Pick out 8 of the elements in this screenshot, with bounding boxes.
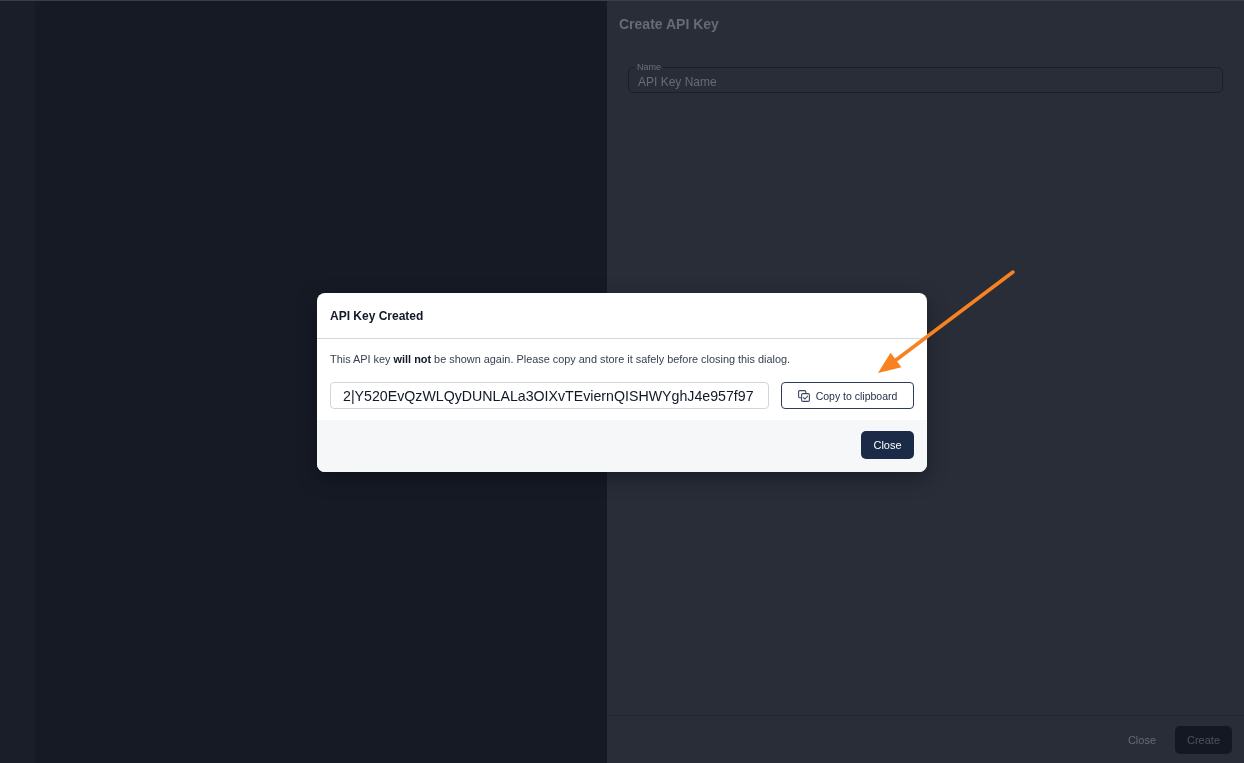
warning-message: This API key will not be shown again. Please copy and store it safely before closing this dialog. <box>330 353 792 366</box>
copy-button[interactable]: Copy to clipboard <box>781 382 914 409</box>
drawer-title: Create API Key <box>619 15 719 33</box>
close-button[interactable]: Close <box>861 431 914 459</box>
copy-icon <box>797 389 810 402</box>
field-label: Name <box>635 62 663 72</box>
dialog-title: API Key Created <box>330 308 424 323</box>
key-field[interactable]: 2|Y520EvQzWLQyDUNLALa3OIXvTEviernQISHWYghJ4e957f97 <box>330 382 769 409</box>
